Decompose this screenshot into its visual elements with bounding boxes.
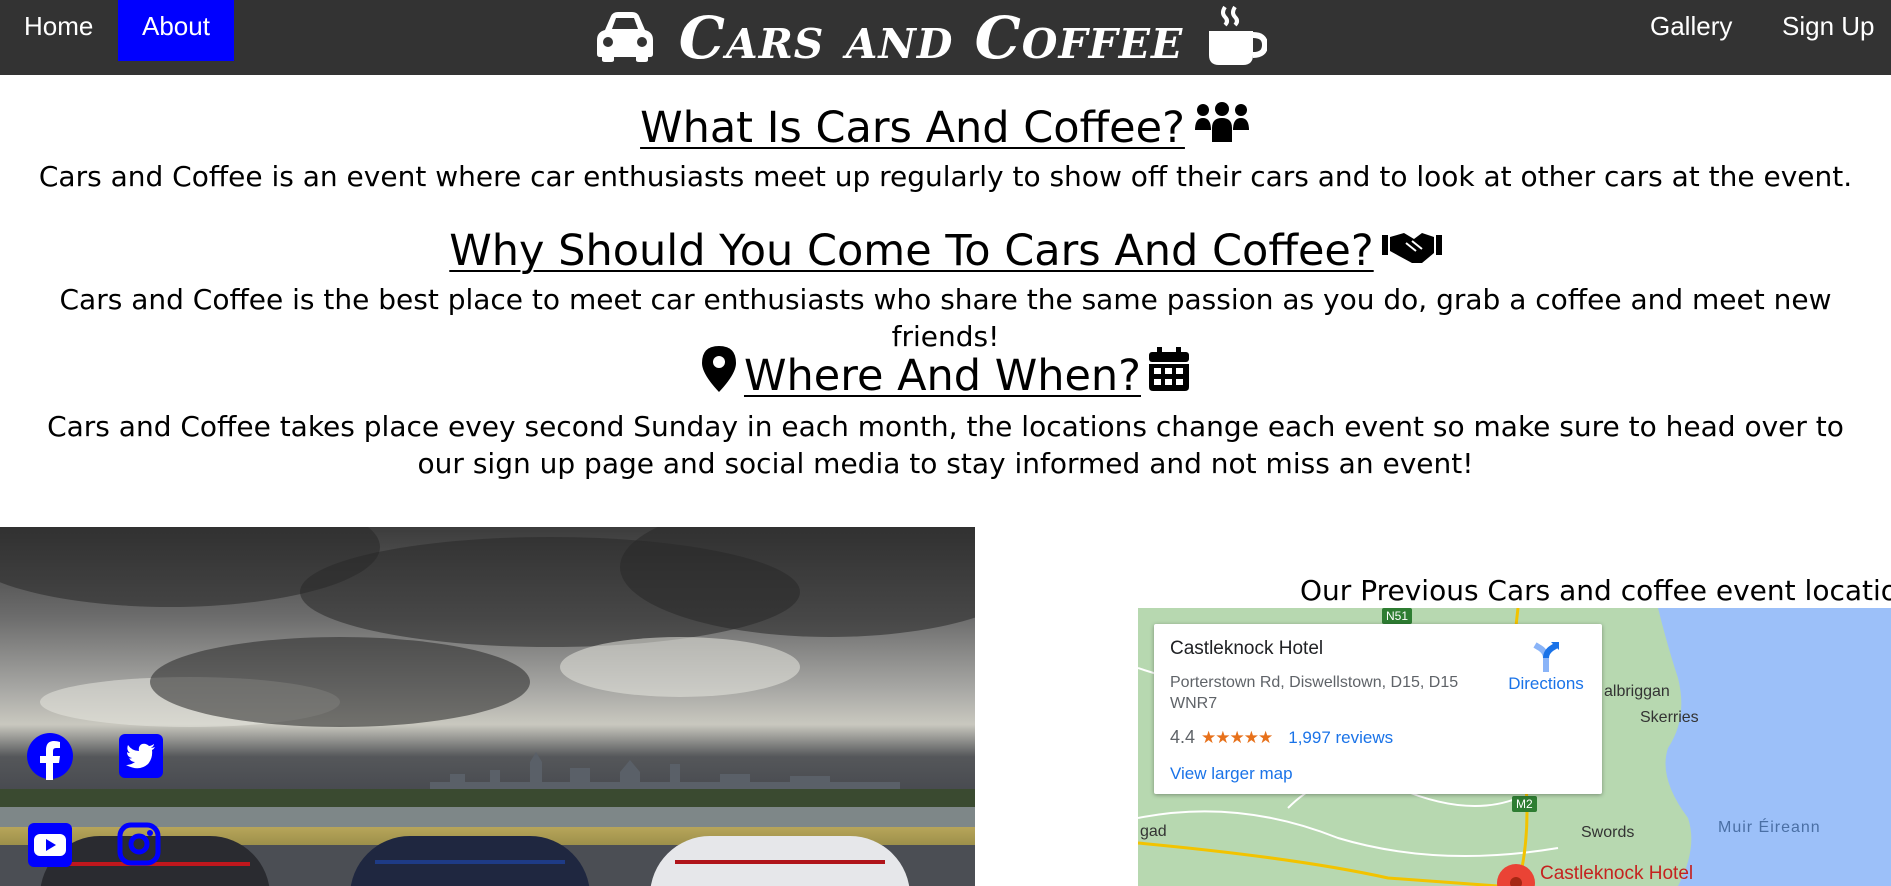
directions-label: Directions: [1508, 674, 1584, 693]
map-label-balbriggan: albriggan: [1604, 683, 1670, 700]
twitter-icon[interactable]: [119, 734, 163, 782]
heading-text: What Is Cars And Coffee?: [640, 103, 1185, 153]
view-larger-map-link[interactable]: View larger map: [1170, 764, 1293, 784]
map-marker-icon: [1496, 863, 1536, 886]
youtube-icon[interactable]: [28, 823, 72, 871]
embedded-map[interactable]: N51 M2 Castleknock Hotel Porterstown Rd,…: [1138, 608, 1891, 886]
map-label-sea: Muir Éireann: [1718, 819, 1821, 836]
nav-home-link[interactable]: Home: [0, 0, 117, 61]
section-heading: What Is Cars And Coffee?: [0, 100, 1891, 156]
place-address: Porterstown Rd, Diswellstown, D15, D15 W…: [1170, 674, 1459, 712]
map-label-pin: Castleknock Hotel: [1540, 863, 1694, 884]
section-heading: Why Should You Come To Cars And Coffee?: [0, 223, 1891, 279]
city-skyline: [430, 752, 900, 792]
map-caption: Our Previous Cars and coffee event locat…: [1300, 574, 1891, 607]
section-text: Cars and Coffee is an event where car en…: [38, 160, 1853, 193]
section-where: Where And When? Cars and Coffee takes pl…: [0, 346, 1891, 482]
heading-text: Why Should You Come To Cars And Coffee?: [449, 226, 1374, 276]
rating-value: 4.4: [1170, 727, 1196, 747]
instagram-icon[interactable]: [117, 822, 161, 870]
handshake-icon: [1381, 223, 1442, 279]
road-shield-n51: N51: [1382, 608, 1413, 624]
navbar: Home About Cars and Coffee Gallery Sign …: [0, 0, 1891, 75]
directions-button[interactable]: Directions: [1496, 640, 1596, 694]
map-label-swords: Swords: [1581, 824, 1635, 841]
nav-gallery-link[interactable]: Gallery: [1626, 0, 1756, 61]
nav-about-link[interactable]: About: [118, 0, 234, 61]
reviews-link[interactable]: 1,997 reviews: [1288, 728, 1393, 748]
road-shield-m2: M2: [1512, 796, 1537, 812]
rating-stars: ★★★★★: [1201, 727, 1273, 747]
section-why: Why Should You Come To Cars And Coffee? …: [0, 223, 1891, 355]
directions-icon: [1496, 640, 1596, 674]
heading-text: Where And When?: [743, 351, 1141, 401]
map-label-left: gad: [1140, 823, 1167, 840]
brand-logo[interactable]: Cars and Coffee: [570, 0, 1290, 75]
map-label-skerries: Skerries: [1640, 709, 1699, 726]
section-text: Cars and Coffee takes place evey second …: [47, 410, 1844, 480]
brand-title: Cars and Coffee: [678, 3, 1184, 72]
car-icon: [593, 10, 657, 66]
section-heading: Where And When?: [0, 346, 1891, 406]
section-text: Cars and Coffee is the best place to mee…: [59, 283, 1832, 353]
place-name: Castleknock Hotel: [1170, 638, 1324, 659]
people-group-icon: [1193, 100, 1251, 156]
calendar-icon: [1149, 347, 1189, 405]
facebook-icon[interactable]: [26, 732, 74, 784]
coffee-cup-icon: [1205, 5, 1269, 71]
section-what: What Is Cars And Coffee? Cars and Coffee…: [0, 100, 1891, 195]
place-rating: 4.4 ★★★★★ 1,997 reviews: [1170, 727, 1393, 748]
map-pin-icon: [701, 346, 736, 406]
place-card: Castleknock Hotel Porterstown Rd, Diswel…: [1154, 624, 1602, 794]
nav-signup-link[interactable]: Sign Up: [1758, 0, 1891, 61]
